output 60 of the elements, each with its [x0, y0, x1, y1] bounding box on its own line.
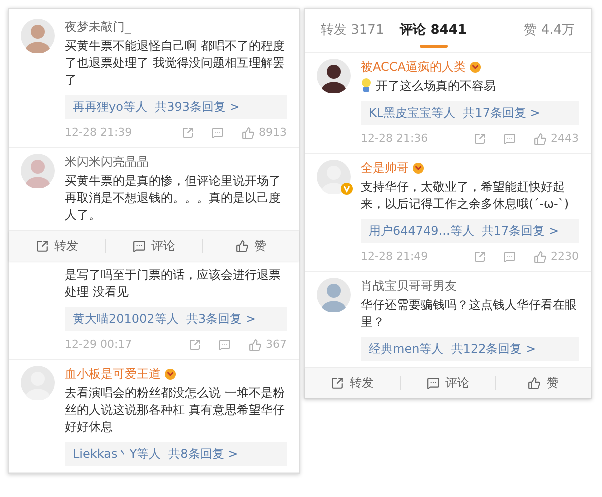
- vip-badge-icon: [413, 162, 424, 174]
- comment-icon: [132, 240, 146, 252]
- comment-text: 是写了吗至于门票的话，应该会进行退票处理 没看见: [65, 267, 282, 301]
- replies-link[interactable]: KL黑皮宝宝等人 共17条回复 >: [361, 101, 579, 125]
- action-button[interactable]: 转发: [305, 374, 400, 392]
- like-icon: [534, 250, 547, 264]
- comment-time: 12-28 21:49: [361, 248, 428, 265]
- comment-text: 华仔还需要骗钱吗？这点钱人华仔看在眼里？: [361, 297, 578, 331]
- replies-link[interactable]: 再再狸yo等人 共393条回复 >: [65, 95, 287, 119]
- comment-icon: [426, 376, 440, 390]
- username[interactable]: 夜梦未敲门_: [65, 18, 131, 36]
- action-button[interactable]: 评论: [400, 374, 496, 392]
- share-icon: [330, 376, 344, 390]
- comment-icon[interactable]: [219, 339, 231, 351]
- share-icon[interactable]: [474, 133, 486, 145]
- comment-time: 12-28 21:39: [65, 124, 132, 141]
- action-button[interactable]: 赞: [496, 374, 592, 392]
- comment-text: 开了这么场真的不容易: [376, 78, 496, 95]
- comment-text: 支持华仔，太敬业了，希望能赶快好起来，以后记得工作之余多休息哦(´-ω-`): [361, 179, 570, 213]
- vip-badge-icon: [470, 62, 481, 72]
- lightbulb-emoji-icon: [361, 78, 372, 93]
- like-button[interactable]: 2443: [534, 130, 579, 148]
- like-icon: [236, 240, 248, 252]
- comment-time: 12-28 21:36: [361, 130, 428, 147]
- replies-link[interactable]: 用户644749...等人 共17条回复 >: [361, 219, 579, 243]
- tab[interactable]: 评论 8441: [400, 21, 467, 52]
- username[interactable]: 米闪米闪亮晶晶: [65, 153, 149, 171]
- username[interactable]: 肖战宝贝哥哥男友: [361, 277, 457, 295]
- share-icon: [36, 240, 48, 252]
- action-button[interactable]: 评论: [106, 237, 202, 255]
- share-icon[interactable]: [182, 127, 194, 139]
- comment-icon[interactable]: [504, 133, 516, 145]
- replies-link[interactable]: 经典men等人 共122条回复 >: [361, 337, 579, 361]
- tab[interactable]: 转发 3171: [321, 21, 384, 52]
- share-icon[interactable]: [189, 339, 201, 351]
- vip-badge-icon: [165, 368, 176, 380]
- share-icon[interactable]: [474, 251, 486, 263]
- replies-link[interactable]: 黄大喵201002等人 共3条回复 >: [65, 307, 287, 331]
- avatar[interactable]: [317, 59, 351, 93]
- like-button[interactable]: 8913: [242, 124, 287, 142]
- like-icon: [249, 338, 262, 352]
- comment-text: 去看演唱会的粉丝都没怎么说 一堆不是粉丝的人说这说那各种杠 真有意思希望华仔好好休息: [65, 385, 286, 436]
- comment-text: 买黄牛票不能退怪自己啊 都唱不了的程度了也退票处理了 我觉得没问题相互理解罢了: [65, 38, 286, 89]
- replies-link[interactable]: Liekkas丶Y等人 共8条回复 >: [65, 442, 287, 466]
- comment-icon[interactable]: [212, 127, 224, 139]
- comment-time: 12-29 00:17: [65, 336, 132, 353]
- like-button[interactable]: 367: [249, 336, 287, 354]
- action-button[interactable]: 转发: [9, 237, 105, 255]
- action-button[interactable]: 赞: [203, 237, 299, 255]
- like-icon: [534, 132, 547, 146]
- verified-badge-icon: [341, 183, 353, 195]
- like-button[interactable]: 2230: [534, 248, 579, 266]
- username[interactable]: 血小板是可爱王道: [65, 365, 161, 383]
- tab[interactable]: 赞 4.4万: [524, 21, 575, 52]
- username[interactable]: 被ACCA逼疯的人类: [361, 58, 466, 76]
- like-icon: [528, 376, 542, 390]
- username[interactable]: 全是帅哥: [361, 159, 409, 177]
- comment-icon[interactable]: [504, 251, 516, 263]
- like-icon: [242, 126, 255, 140]
- comment-text: 买黄牛票的是真的惨，但评论里说开场了再取消是不想退钱的。。。真的是以己度人了。: [65, 173, 282, 224]
